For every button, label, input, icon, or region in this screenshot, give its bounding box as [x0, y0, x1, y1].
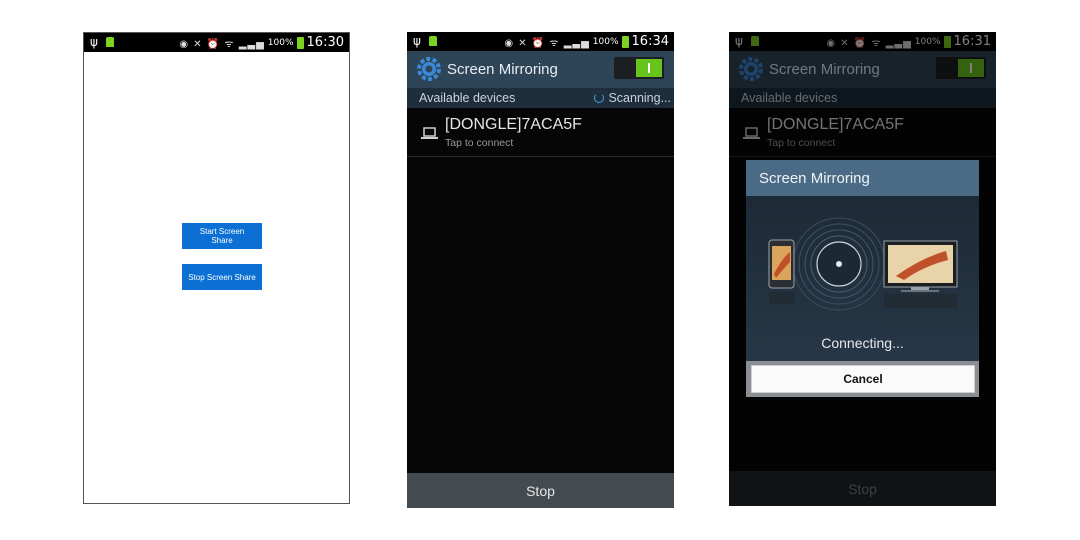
battery-icon	[296, 36, 304, 49]
status-bar: ψ ◉ ✕ ⏰ ᯤ ▂▃▅ 100% 16:30	[84, 33, 349, 52]
phone-screen-mirroring: ψ ◉ ✕ ⏰ ᯤ ▂▃▅ 100% 16:34 Screen Mirrorin…	[407, 32, 674, 508]
battery-percent: 100%	[592, 36, 619, 47]
device-list-item[interactable]: [DONGLE]7ACA5F Tap to connect	[407, 110, 674, 157]
phone-icon	[768, 239, 795, 304]
scanning-label: Scanning...	[608, 91, 671, 105]
cancel-button[interactable]: Cancel	[751, 365, 975, 393]
clock: 16:34	[631, 34, 669, 49]
tv-icon	[883, 240, 958, 308]
radar-icon	[792, 217, 886, 311]
gear-icon	[417, 57, 441, 81]
devices-header: Available devices Scanning...	[407, 88, 674, 108]
connecting-dialog: Screen Mirroring Connecting... Cancel	[746, 160, 979, 397]
dialog-header: Screen Mirroring	[746, 160, 979, 196]
stop-button[interactable]: Stop	[407, 473, 674, 508]
action-bar: Screen Mirroring	[407, 51, 674, 88]
status-bar: ψ ◉ ✕ ⏰ ᯤ ▂▃▅ 100% 16:34	[407, 32, 674, 51]
stop-screen-share-button[interactable]: Stop Screen Share	[182, 264, 262, 290]
usb-icon: ψ	[413, 34, 421, 48]
battery-percent: 100%	[267, 37, 294, 48]
device-subtitle: Tap to connect	[445, 137, 514, 149]
phone-screen-app: ψ ◉ ✕ ⏰ ᯤ ▂▃▅ 100% 16:30 Start Screen Sh…	[83, 32, 350, 504]
android-icon	[428, 36, 437, 46]
start-screen-share-button[interactable]: Start Screen Share	[182, 223, 262, 249]
notification-icons: ◉ ✕ ⏰ ᯤ ▂▃▅	[179, 38, 265, 50]
dialog-body: Connecting...	[746, 196, 979, 361]
device-name: [DONGLE]7ACA5F	[445, 116, 582, 133]
connection-illustration	[768, 217, 958, 311]
battery-icon	[621, 35, 629, 48]
spinner-icon	[594, 93, 605, 103]
dialog-title: Screen Mirroring	[759, 170, 870, 187]
laptop-icon	[421, 127, 438, 139]
toggle-thumb	[636, 59, 662, 77]
usb-icon: ψ	[90, 35, 98, 49]
clock: 16:30	[306, 35, 344, 50]
notification-icons: ◉ ✕ ⏰ ᯤ ▂▃▅	[504, 37, 590, 49]
phone-connecting: ψ ◉ ✕ ⏰ ᯤ ▂▃▅ 100% 16:31 Screen Mirrorin…	[729, 32, 996, 506]
dialog-footer: Cancel	[746, 361, 979, 397]
available-devices-label: Available devices	[419, 91, 516, 105]
android-icon	[105, 37, 114, 47]
dialog-message: Connecting...	[821, 335, 904, 351]
page-title: Screen Mirroring	[447, 61, 558, 78]
mirroring-toggle[interactable]	[614, 57, 664, 79]
